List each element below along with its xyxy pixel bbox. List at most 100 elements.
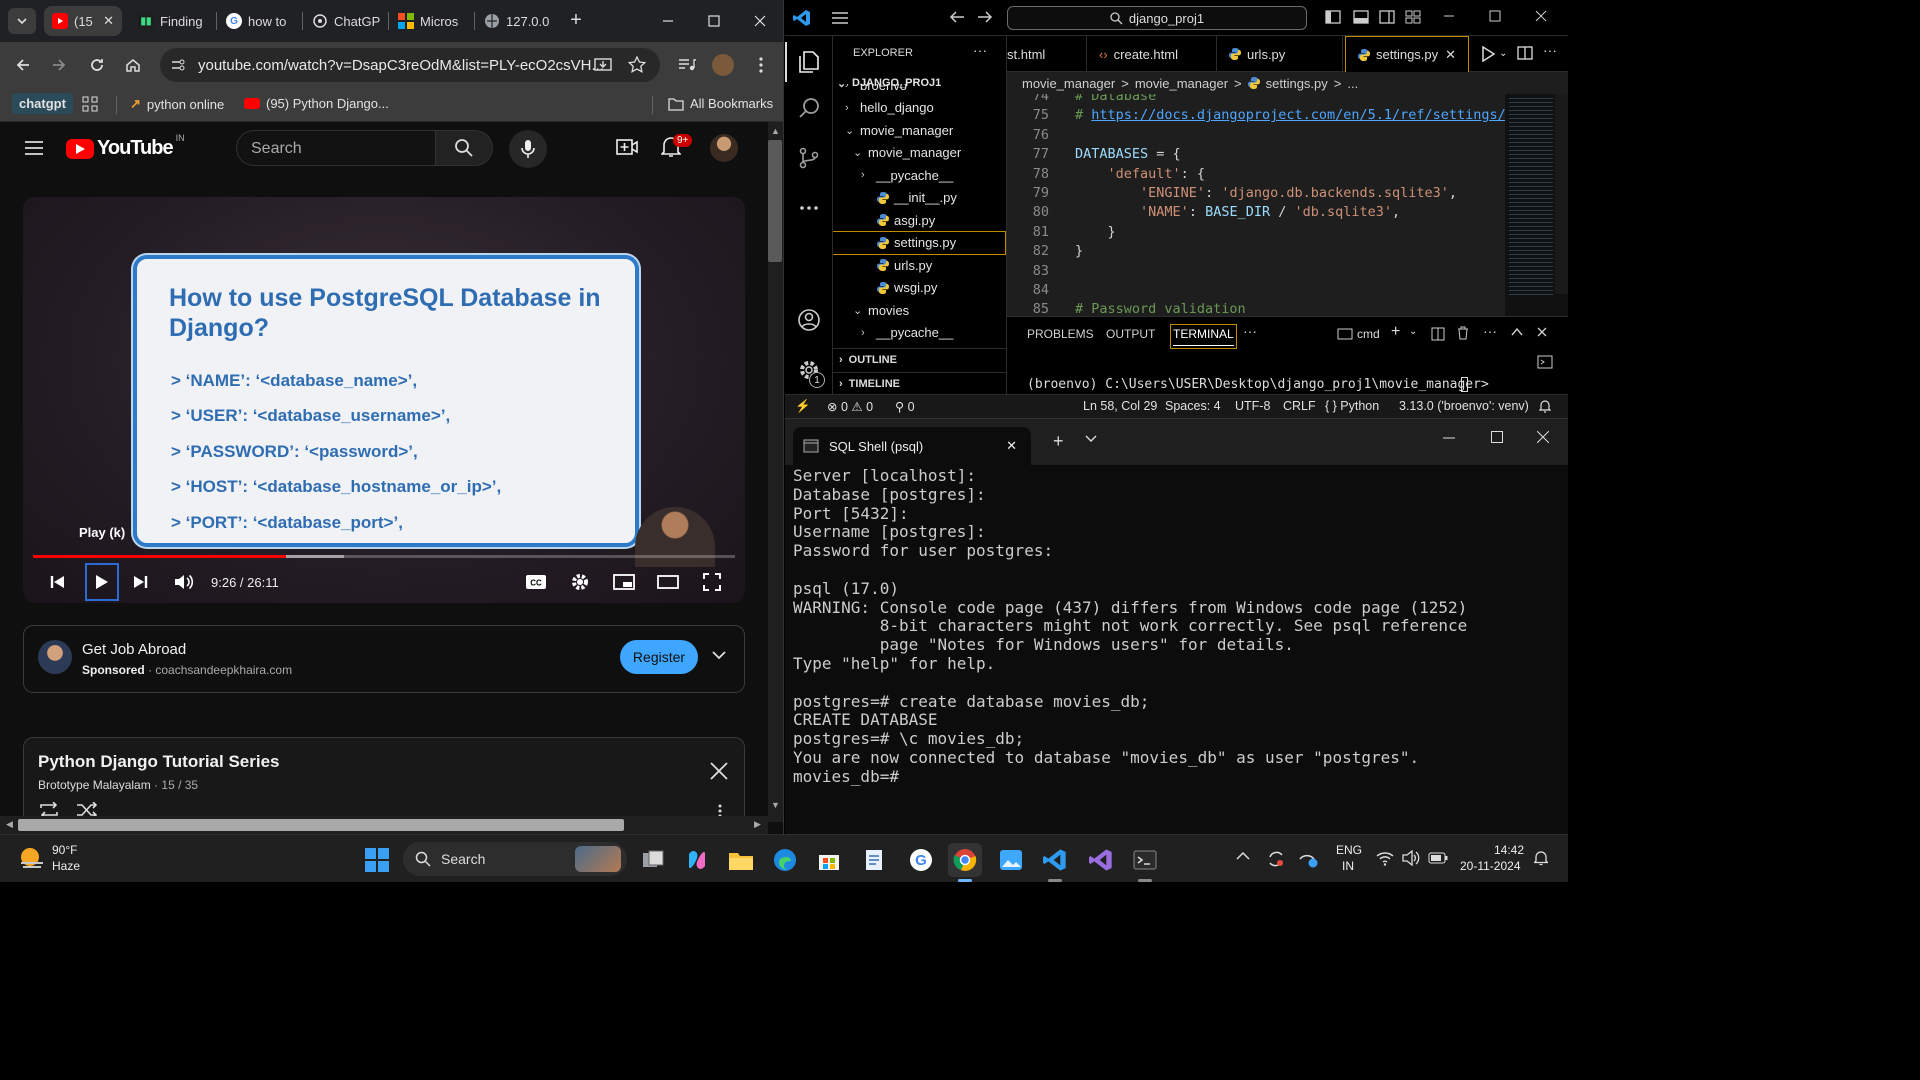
- minimize-icon[interactable]: [1443, 437, 1455, 439]
- browser-tab-chatgpt[interactable]: ChatGP: [304, 6, 388, 36]
- breadcrumb-item[interactable]: movie_manager: [1022, 76, 1115, 91]
- browser-tab-finding[interactable]: ▮▮ Finding: [130, 6, 214, 36]
- bookmark-chatgpt[interactable]: chatgpt: [12, 93, 73, 114]
- breadcrumb-item[interactable]: ...: [1347, 76, 1358, 91]
- problems-status[interactable]: ⊗ 0 ⚠ 0: [827, 399, 873, 414]
- remote-icon[interactable]: ⚡: [795, 399, 811, 414]
- tab-problems[interactable]: PROBLEMS: [1027, 327, 1094, 341]
- close-tab-icon[interactable]: ✕: [1445, 47, 1456, 63]
- profile-avatar[interactable]: [712, 54, 734, 76]
- vertical-scrollbar[interactable]: ▲ ▼: [768, 122, 783, 822]
- kill-terminal-icon[interactable]: [1457, 326, 1469, 340]
- maximize-panel-icon[interactable]: [1511, 327, 1523, 337]
- explorer-files-icon[interactable]: [793, 46, 825, 78]
- panel-more-icon[interactable]: ···: [1243, 323, 1257, 339]
- play-button[interactable]: [85, 563, 119, 601]
- accounts-icon[interactable]: [793, 304, 825, 336]
- scroll-thumb[interactable]: [768, 140, 782, 262]
- tab-output[interactable]: OUTPUT: [1106, 327, 1155, 341]
- edge-browser-icon[interactable]: [768, 843, 802, 877]
- forward-icon[interactable]: [46, 52, 72, 78]
- tab-create-html[interactable]: ‹› create.html: [1087, 36, 1217, 72]
- avatar[interactable]: [710, 134, 738, 162]
- input-region[interactable]: IN: [1342, 859, 1354, 873]
- hamburger-menu-icon[interactable]: [24, 140, 44, 156]
- address-bar[interactable]: youtube.com/watch?v=DsapC3reOdM&list=PLY…: [160, 48, 660, 82]
- minimap[interactable]: [1505, 94, 1568, 316]
- indentation[interactable]: Spaces: 4: [1165, 399, 1221, 413]
- terminal-tab-psql[interactable]: SQL Shell (psql) ✕: [793, 427, 1031, 465]
- menu-icon[interactable]: [831, 11, 849, 25]
- next-icon[interactable]: [125, 567, 155, 597]
- wifi-icon[interactable]: [1376, 850, 1394, 866]
- chevron-down-icon[interactable]: [712, 650, 726, 660]
- bookmark-star-icon[interactable]: [628, 56, 646, 74]
- notepad-icon[interactable]: [858, 843, 892, 877]
- miniplayer-icon[interactable]: [609, 567, 639, 597]
- line-ending[interactable]: CRLF: [1283, 399, 1316, 413]
- maximize-icon[interactable]: [700, 8, 728, 34]
- python-interpreter[interactable]: 3.13.0 ('broenvo': venv): [1399, 399, 1529, 413]
- customize-layout-icon[interactable]: [1405, 10, 1421, 24]
- back-icon[interactable]: [10, 52, 36, 78]
- toggle-secondary-sidebar-icon[interactable]: [1379, 10, 1395, 24]
- microsoft-store-icon[interactable]: [812, 843, 846, 877]
- volume-icon[interactable]: [1402, 850, 1420, 866]
- site-info-icon[interactable]: [170, 57, 186, 73]
- progress-bar[interactable]: [33, 555, 735, 558]
- search-icon[interactable]: [793, 92, 825, 124]
- split-terminal-icon[interactable]: [1431, 327, 1445, 341]
- minimize-icon[interactable]: [1443, 10, 1455, 22]
- breadcrumb-item[interactable]: movie_manager: [1135, 76, 1228, 91]
- all-bookmarks[interactable]: All Bookmarks: [668, 96, 773, 111]
- windows-terminal-icon[interactable]: [1128, 843, 1162, 877]
- vscode-icon[interactable]: [1038, 843, 1072, 877]
- input-language[interactable]: ENG: [1336, 843, 1362, 857]
- reload-icon[interactable]: [84, 52, 110, 78]
- run-python-icon[interactable]: [1481, 46, 1495, 62]
- microphone-icon[interactable]: [509, 130, 547, 168]
- back-icon[interactable]: [949, 10, 965, 24]
- file-explorer-icon[interactable]: [724, 843, 758, 877]
- tab-terminal[interactable]: TERMINAL: [1170, 324, 1237, 349]
- terminal-more-icon[interactable]: ···: [1483, 323, 1497, 339]
- outline-section[interactable]: › OUTLINE: [833, 348, 1007, 370]
- tree-file[interactable]: settings.py: [833, 230, 1006, 255]
- register-button[interactable]: Register: [620, 640, 698, 674]
- new-tab-button[interactable]: +: [1053, 431, 1064, 452]
- sponsored-ad[interactable]: Get Job Abroad Sponsored · coachsandeepk…: [23, 625, 745, 693]
- create-video-icon[interactable]: [616, 138, 638, 156]
- terminal-shell-selector[interactable]: cmd: [1337, 327, 1380, 341]
- google-app-icon[interactable]: G: [904, 843, 938, 877]
- browser-tab-localhost[interactable]: 127.0.0: [476, 6, 560, 36]
- tree-file[interactable]: __init__.py: [861, 187, 1003, 209]
- tab-st-html[interactable]: st.html: [1007, 36, 1087, 72]
- install-app-icon[interactable]: [594, 57, 612, 73]
- fullscreen-icon[interactable]: [697, 567, 727, 597]
- video-player[interactable]: How to use PostgreSQL Database in Django…: [23, 197, 745, 603]
- toggle-primary-sidebar-icon[interactable]: [1325, 10, 1341, 24]
- terminal-dropdown-icon[interactable]: ⌄: [1409, 326, 1417, 337]
- tree-folder[interactable]: ⌄ movies: [853, 299, 1003, 321]
- close-icon[interactable]: [710, 762, 728, 780]
- editor-more-icon[interactable]: ···: [1543, 42, 1557, 58]
- captions-icon[interactable]: CC: [521, 567, 551, 597]
- notifications-bell-icon[interactable]: [1539, 399, 1551, 413]
- breadcrumb-item[interactable]: settings.py: [1266, 76, 1328, 91]
- battery-icon[interactable]: [1428, 852, 1448, 864]
- clock-time[interactable]: 14:42: [1494, 843, 1524, 857]
- tree-folder[interactable]: › broenvo: [845, 84, 1003, 96]
- command-center[interactable]: django_proj1: [1007, 6, 1307, 30]
- maximize-icon[interactable]: [1489, 10, 1501, 22]
- psql-output[interactable]: Server [localhost]: Database [postgres]: P…: [793, 466, 1563, 787]
- cursor-position[interactable]: Ln 58, Col 29: [1083, 399, 1157, 413]
- apps-grid-icon[interactable]: [82, 96, 98, 112]
- tree-folder[interactable]: › hello_django: [845, 97, 1003, 119]
- toggle-panel-icon[interactable]: [1353, 10, 1369, 24]
- chrome-menu-icon[interactable]: [748, 52, 774, 78]
- close-window-icon[interactable]: [1537, 431, 1549, 443]
- tab-urls-py[interactable]: urls.py: [1217, 36, 1343, 72]
- tab-search-button[interactable]: [8, 8, 36, 34]
- tree-folder[interactable]: ⌄ movie_manager: [845, 119, 1003, 141]
- tree-folder[interactable]: › __pycache__: [861, 164, 1003, 186]
